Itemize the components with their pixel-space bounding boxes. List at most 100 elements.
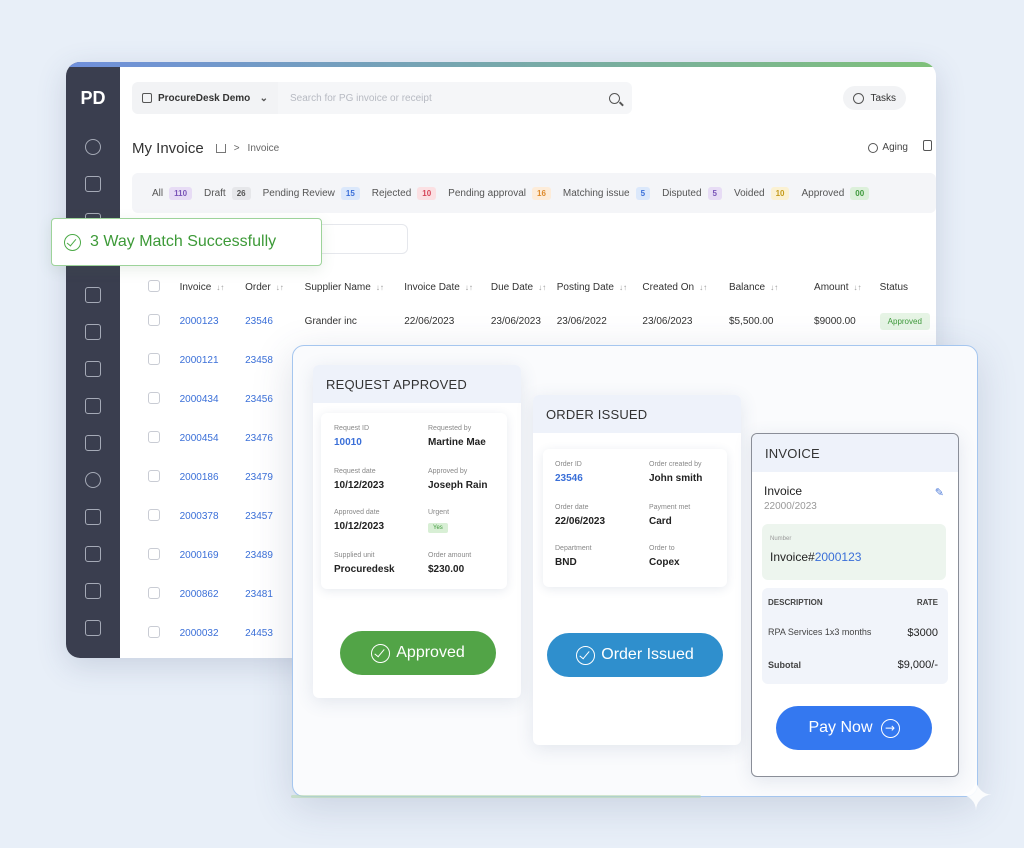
column-header[interactable]: Balance ↓↑ — [729, 272, 814, 302]
sort-icon[interactable]: ↓↑ — [619, 283, 627, 292]
tab-draft[interactable]: Draft 26 — [204, 186, 251, 200]
sort-icon[interactable]: ↓↑ — [770, 283, 778, 292]
order-issued-button[interactable]: Order Issued — [547, 633, 723, 677]
cell-invoice[interactable]: 2000123 — [180, 316, 219, 327]
sort-icon[interactable]: ↓↑ — [376, 283, 384, 292]
sort-icon[interactable]: ↓↑ — [465, 283, 473, 292]
lock-icon[interactable] — [923, 140, 932, 151]
sort-icon[interactable]: ↓↑ — [216, 283, 224, 292]
row-checkbox[interactable] — [148, 626, 160, 638]
cell-invoice[interactable]: 2000378 — [180, 511, 219, 522]
tab-all[interactable]: All 110 — [152, 186, 193, 200]
column-header[interactable]: Invoice Date ↓↑ — [404, 272, 491, 302]
row-checkbox[interactable] — [148, 353, 160, 365]
cell-invoice[interactable]: 2000121 — [180, 355, 219, 366]
tab-rejected[interactable]: Rejected 10 — [372, 186, 437, 200]
users-icon[interactable] — [85, 139, 101, 155]
org-selector-label: ProcureDesk Demo — [158, 92, 251, 104]
report-icon[interactable] — [85, 435, 101, 451]
cell-order[interactable]: 23476 — [245, 433, 273, 444]
tab-approved[interactable]: Approved 00 — [801, 186, 870, 200]
cell-order[interactable]: 23479 — [245, 472, 273, 483]
column-header[interactable]: Invoice ↓↑ — [180, 272, 246, 302]
approved-button[interactable]: Approved — [340, 631, 496, 675]
stamp-icon[interactable] — [85, 398, 101, 414]
cell-invoice[interactable]: 2000032 — [180, 628, 219, 639]
column-header-label: Posting Date — [556, 281, 614, 293]
tab-pending-review[interactable]: Pending Review 15 — [263, 186, 360, 200]
column-header[interactable]: Status — [880, 272, 936, 302]
cell-order[interactable]: 23489 — [245, 550, 273, 561]
column-header[interactable]: Due Date ↓↑ — [491, 272, 557, 302]
home-nav-icon[interactable] — [85, 176, 101, 192]
row-checkbox[interactable] — [148, 509, 160, 521]
match-success-text: 3 Way Match Successfully — [90, 233, 277, 250]
cell-invoice[interactable]: 2000186 — [180, 472, 219, 483]
cell-order[interactable]: 23457 — [245, 511, 273, 522]
edit-icon[interactable]: ✎ — [935, 486, 944, 499]
cell-order[interactable]: 23546 — [245, 316, 273, 327]
field-value[interactable]: 10010 — [334, 437, 369, 448]
cell-invoice[interactable]: 2000862 — [180, 589, 219, 600]
aging-button[interactable]: Aging — [868, 142, 908, 153]
column-header[interactable]: Order ↓↑ — [245, 272, 305, 302]
invoice-number: Invoice#2000123 — [770, 550, 861, 564]
row-checkbox[interactable] — [148, 470, 160, 482]
download-icon[interactable] — [85, 546, 101, 562]
column-header[interactable]: Created On ↓↑ — [642, 272, 729, 302]
field-value: BND — [555, 557, 577, 568]
cell-order[interactable]: 23458 — [245, 355, 273, 366]
column-header[interactable]: Amount ↓↑ — [814, 272, 880, 302]
row-checkbox[interactable] — [148, 314, 160, 326]
check-circle-icon — [371, 643, 391, 663]
tab-voided[interactable]: Voided 10 — [734, 186, 790, 200]
sort-icon[interactable]: ↓↑ — [699, 283, 707, 292]
row-checkbox[interactable] — [148, 548, 160, 560]
sort-icon[interactable]: ↓↑ — [854, 283, 862, 292]
row-checkbox[interactable] — [148, 587, 160, 599]
row-checkbox[interactable] — [148, 392, 160, 404]
tab-pending-approval[interactable]: Pending approval 16 — [448, 186, 551, 200]
field-label: Approved date — [334, 509, 380, 516]
team-icon[interactable] — [85, 509, 101, 525]
pay-now-button[interactable]: Pay Now → — [776, 706, 932, 750]
cell-invoice[interactable]: 2000454 — [180, 433, 219, 444]
sort-icon[interactable]: ↓↑ — [276, 283, 284, 292]
title-bar: My Invoice > Invoice Aging — [132, 136, 936, 160]
field-value[interactable]: 23546 — [555, 473, 583, 484]
search-input[interactable]: Search for PG invoice or receipt — [278, 82, 632, 114]
detail-field: Approved date 10/12/2023 — [334, 509, 384, 532]
cell-order[interactable]: 24453 — [245, 628, 273, 639]
cell-invoice[interactable]: 2000434 — [180, 394, 219, 405]
org-selector[interactable]: ProcureDesk Demo ⌄ — [132, 82, 278, 114]
tab-disputed[interactable]: Disputed 5 — [662, 186, 722, 200]
window-accent-border — [66, 62, 936, 67]
cell-created-on: 23/06/2023 — [642, 316, 693, 327]
settings-icon[interactable] — [85, 472, 101, 488]
receipt-icon[interactable] — [85, 361, 101, 377]
tasks-button[interactable]: Tasks — [843, 86, 906, 110]
column-header[interactable]: Supplier Name ↓↑ — [305, 272, 405, 302]
invoice-number-value[interactable]: 2000123 — [815, 550, 862, 564]
folder-icon[interactable] — [85, 583, 101, 599]
cell-order[interactable]: 23481 — [245, 589, 273, 600]
cell-order[interactable]: 23456 — [245, 394, 273, 405]
line-description: RPA Services 1x3 months — [768, 627, 872, 637]
grid-icon[interactable] — [85, 620, 101, 636]
field-label: Order date — [555, 504, 589, 511]
breadcrumb: > Invoice — [215, 143, 279, 154]
document-icon[interactable] — [85, 287, 101, 303]
field-label: Supplied unit — [334, 552, 375, 559]
column-header[interactable]: Posting Date ↓↑ — [557, 272, 643, 302]
tab-matching-issue[interactable]: Matching issue 5 — [563, 186, 651, 200]
cell-invoice[interactable]: 2000169 — [180, 550, 219, 561]
home-icon[interactable] — [215, 143, 226, 153]
sort-icon[interactable]: ↓↑ — [538, 283, 546, 292]
order-icon[interactable] — [85, 324, 101, 340]
select-all-checkbox[interactable] — [148, 279, 160, 292]
table-row[interactable]: 2000123 23546 Grander inc 22/06/2023 23/06/2… — [148, 302, 936, 341]
row-checkbox[interactable] — [148, 431, 160, 443]
search-icon[interactable] — [609, 92, 620, 104]
sidebar: PD — [66, 62, 120, 658]
check-circle-icon — [64, 233, 81, 251]
